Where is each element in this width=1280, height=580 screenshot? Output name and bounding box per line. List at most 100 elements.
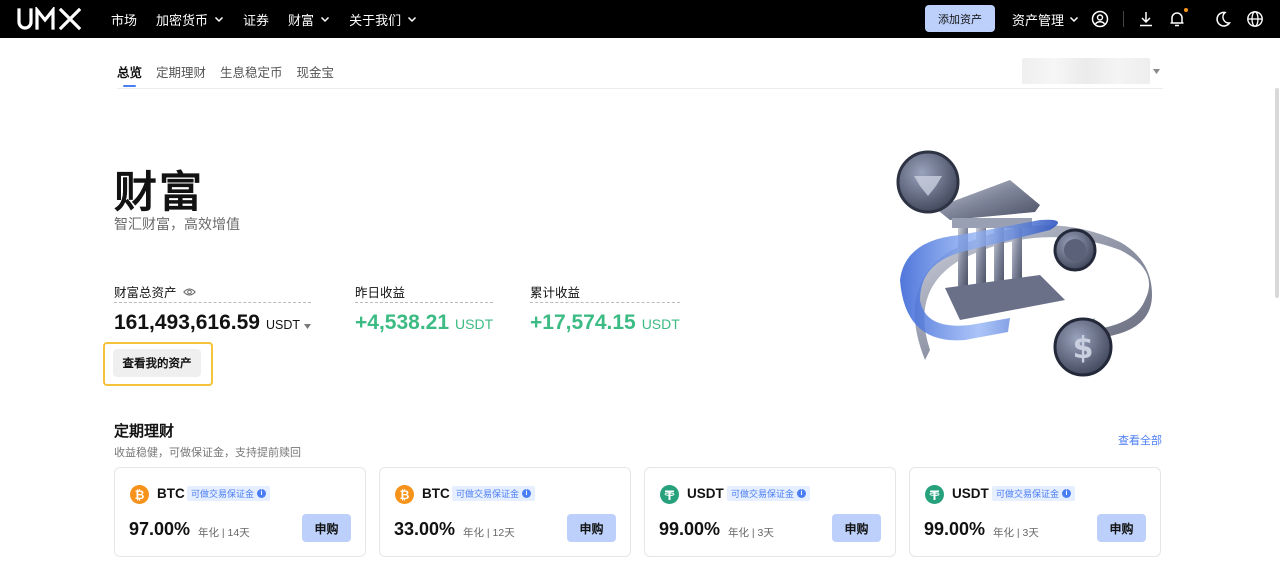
btc-icon: ₿ [395,485,414,504]
annual-rate: 33.00% [394,519,456,539]
yesterday-earnings-value-row: +4,538.21 USDT [355,311,493,335]
product-card[interactable]: USDT 可做交易保证金 i 99.00% 年化 | 3天 申购 [909,467,1161,557]
section-title: 定期理财 [114,423,175,440]
tab-yield-stablecoin[interactable]: 生息稳定币 [220,62,283,81]
tab-fixed-term[interactable]: 定期理财 [156,62,206,81]
chevron-down-icon [321,16,330,23]
btc-icon: ₿ [130,485,149,504]
annual-rate: 97.00% [129,519,191,539]
top-bar: 市场 加密货币 证券 财富 关于我们 添加资产 资产管理 [0,0,1280,38]
account-selector-redacted[interactable] [1022,58,1150,84]
margin-badge: 可做交易保证金 i [187,486,271,501]
section-subtitle: 收益稳健，可做保证金，支持提前赎回 [114,447,301,459]
tab-cash-treasure[interactable]: 现金宝 [297,62,335,81]
caret-down-icon[interactable] [1153,69,1160,74]
info-icon[interactable]: i [257,489,267,498]
cumulative-earnings-label-row: 累计收益 [530,282,680,303]
cumulative-earnings-unit: USDT [641,316,680,332]
chevron-down-icon [215,16,224,23]
rate-meta: 年化 | 3天 [993,527,1039,539]
nav-item-wealth[interactable]: 财富 [288,10,330,29]
main-nav: 市场 加密货币 证券 财富 关于我们 [111,0,436,38]
yesterday-earnings-label-row: 昨日收益 [355,282,494,303]
page-subtitle: 智汇财富，高效增值 [114,216,240,232]
total-assets-label-row: 财富总资产 [114,282,312,303]
yesterday-earnings-label: 昨日收益 [355,286,406,300]
bell-icon[interactable] [1168,10,1186,28]
nav-item-securities[interactable]: 证券 [243,10,269,29]
margin-badge-label: 可做交易保证金 [731,489,795,499]
rate-meta: 年化 | 3天 [728,527,774,539]
asset-management-menu[interactable]: 资产管理 [1012,0,1079,38]
subscribe-button[interactable]: 申购 [567,514,616,542]
chevron-down-icon [1069,16,1079,23]
margin-badge-label: 可做交易保证金 [456,489,520,499]
yesterday-earnings-stat: 昨日收益 +4,538.21 USDT [355,282,494,335]
view-my-assets-button[interactable]: 查看我的资产 [113,349,201,377]
nav-item-crypto[interactable]: 加密货币 [156,10,224,29]
eye-icon[interactable] [182,287,196,297]
usdt-icon [660,485,679,504]
coin-name: USDT [952,486,989,501]
wealth-illustration: $ [896,150,1152,377]
svg-text:₿: ₿ [135,488,145,502]
margin-badge: 可做交易保证金 i [452,486,536,501]
nav-item-label: 关于我们 [349,12,402,28]
globe-icon[interactable] [1246,10,1264,28]
margin-badge-label: 可做交易保证金 [996,489,1060,499]
subscribe-button[interactable]: 申购 [832,514,881,542]
coin-name: BTC [422,486,450,501]
coin-name: BTC [157,486,185,501]
user-icon[interactable] [1091,10,1109,28]
total-assets-value: 161,493,616.59 [114,311,260,334]
nav-item-label: 证券 [243,12,270,28]
yesterday-earnings-value: +4,538.21 [355,311,450,334]
margin-badge: 可做交易保证金 i [727,486,811,501]
asset-management-label: 资产管理 [1012,12,1065,28]
nav-item-label: 加密货币 [156,12,209,28]
product-card[interactable]: ₿ BTC 可做交易保证金 i 97.00% 年化 | 14天 申购 [114,467,366,557]
nav-item-market[interactable]: 市场 [111,10,137,29]
total-assets-unit[interactable]: USDT [266,318,300,332]
annual-rate: 99.00% [659,519,721,539]
info-icon[interactable]: i [797,489,807,498]
umx-logo[interactable] [16,7,84,31]
svg-text:₿: ₿ [400,488,410,502]
total-assets-stat: 财富总资产 161,493,616.59 USDT [114,282,312,335]
coin-name: USDT [687,486,724,501]
total-assets-label: 财富总资产 [114,286,177,300]
page-scrollbar[interactable] [1275,88,1279,298]
usdt-icon [925,485,944,504]
product-card[interactable]: USDT 可做交易保证金 i 99.00% 年化 | 3天 申购 [644,467,896,557]
nav-item-label: 市场 [111,12,138,28]
subscribe-button[interactable]: 申购 [302,514,351,542]
header-divider [1123,11,1124,27]
view-all-link[interactable]: 查看全部 [1118,432,1162,448]
product-card[interactable]: ₿ BTC 可做交易保证金 i 33.00% 年化 | 12天 申购 [379,467,631,557]
nav-item-label: 财富 [288,12,315,28]
caret-down-icon[interactable] [304,324,312,329]
subnav-divider [117,88,1163,89]
svg-text:$: $ [1073,331,1094,366]
margin-badge-label: 可做交易保证金 [191,489,255,499]
margin-badge: 可做交易保证金 i [992,486,1076,501]
wealth-subnav: 总览 定期理财 生息稳定币 现金宝 [117,62,348,81]
rate-meta: 年化 | 12天 [463,527,515,539]
yesterday-earnings-unit: USDT [455,316,494,332]
add-asset-button[interactable]: 添加资产 [925,5,995,32]
cumulative-earnings-stat: 累计收益 +17,574.15 USDT [530,282,680,335]
active-tab-indicator [123,85,136,87]
page-title: 财富 [114,169,204,217]
cumulative-earnings-value: +17,574.15 [530,311,636,334]
subscribe-button[interactable]: 申购 [1097,514,1146,542]
download-icon[interactable] [1137,10,1155,28]
notification-dot [1184,8,1188,12]
annual-rate: 99.00% [924,519,986,539]
nav-item-about[interactable]: 关于我们 [349,10,417,29]
cumulative-earnings-label: 累计收益 [530,286,581,300]
moon-icon[interactable] [1214,10,1232,28]
tab-overview[interactable]: 总览 [117,62,142,81]
info-icon[interactable]: i [1062,489,1072,498]
rate-meta: 年化 | 14天 [198,527,250,539]
info-icon[interactable]: i [522,489,532,498]
